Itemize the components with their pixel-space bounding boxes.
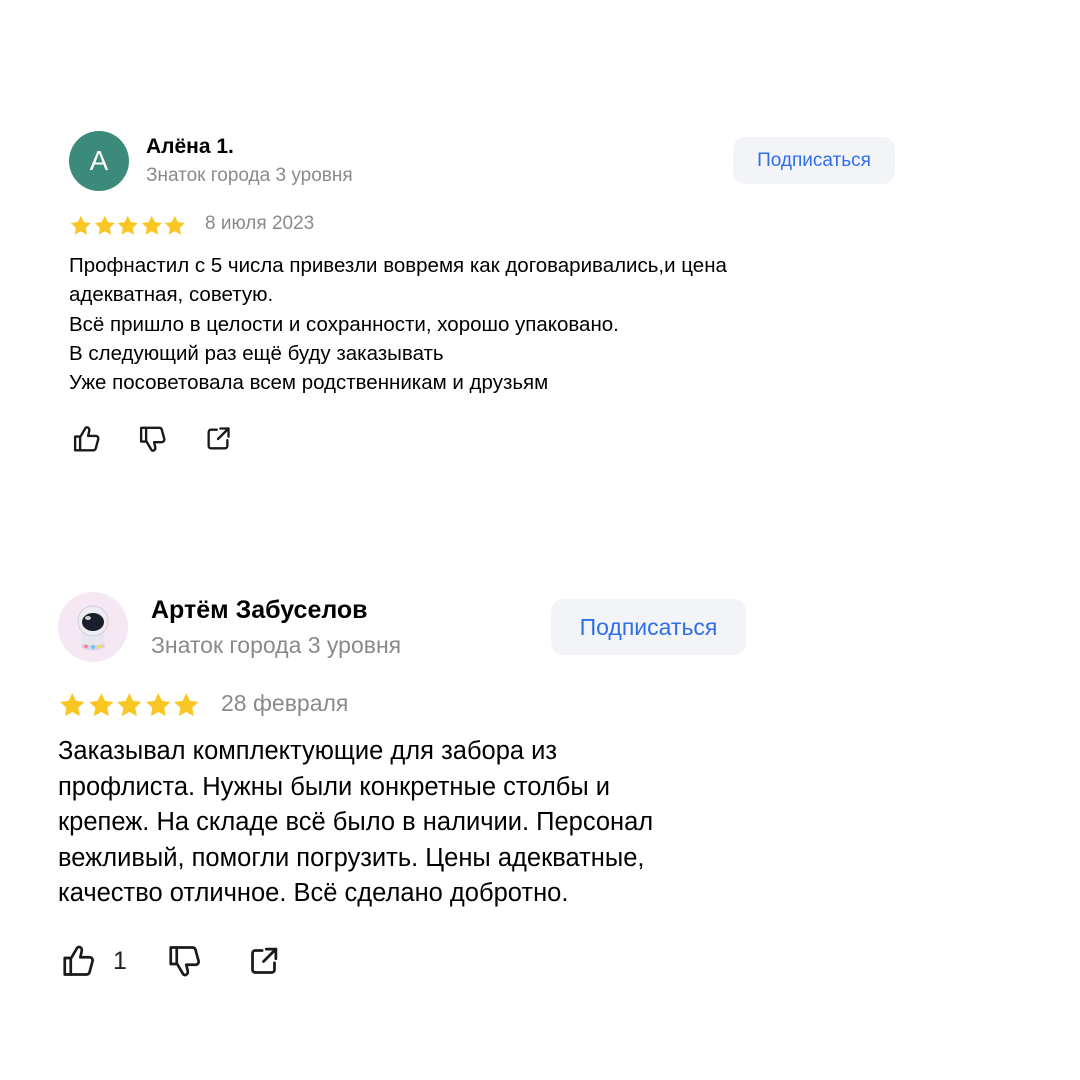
- review-date: 28 февраля: [221, 690, 349, 716]
- review-text-line: профлиста. Нужны были конкретные столбы …: [58, 772, 610, 801]
- thumbs-up-icon: [73, 426, 100, 452]
- thumbs-up-icon: [63, 945, 94, 976]
- star-icon: [70, 215, 91, 235]
- star-icon: [60, 693, 85, 717]
- review-date: 8 июля 2023: [205, 213, 315, 234]
- share-icon: [207, 427, 230, 450]
- share-button[interactable]: [204, 425, 232, 453]
- author-name[interactable]: Артём Забуселов: [151, 596, 368, 625]
- review-text-line: вежливый, помогли погрузить. Цены адеква…: [58, 843, 645, 872]
- review-text-line: крепеж. На складе всё было в наличии. Пе…: [58, 808, 654, 836]
- review-text-line: Заказывал комплектующие для забора из: [58, 737, 558, 765]
- review-text-line: Профнастил с 5 числа привезли вовремя ка…: [69, 254, 727, 277]
- star-icon: [117, 215, 139, 235]
- star-icon: [174, 693, 199, 717]
- review-text-line: Уже посоветовала всем родственникам и др…: [69, 371, 549, 395]
- share-button[interactable]: [247, 945, 280, 978]
- review-text-line: В следующий раз ещё буду заказывать: [69, 341, 444, 365]
- rating-stars: [58, 691, 201, 720]
- star-icon: [117, 693, 142, 717]
- review-text: Профнастил с 5 числа привезли вовремя ка…: [69, 251, 727, 397]
- like-count: 1: [113, 946, 127, 975]
- star-icon: [165, 215, 186, 235]
- subscribe-button[interactable]: Подписаться: [733, 137, 895, 184]
- star-icon: [145, 693, 171, 717]
- review-text: Заказывал комплектующие для забора из пр…: [58, 734, 653, 912]
- review-text-line: адекватная, советую.: [69, 283, 274, 307]
- author-level: Знаток города 3 уровня: [146, 165, 353, 186]
- author-name[interactable]: Алёна 1.: [146, 135, 234, 159]
- subscribe-button[interactable]: Подписаться: [551, 599, 746, 655]
- avatar-letter: А: [89, 145, 109, 176]
- review-actions: [72, 424, 268, 454]
- review-text-line: Всё пришло в целости и сохранности, хоро…: [69, 312, 619, 336]
- rating-stars: [69, 214, 187, 238]
- star-icon: [88, 693, 114, 717]
- dislike-button[interactable]: [138, 424, 168, 454]
- review-text-line: качество отличное. Всё сделано добротно.: [58, 879, 569, 907]
- review-actions: 1: [61, 943, 280, 979]
- astronaut-avatar-icon: [77, 605, 109, 651]
- star-icon: [94, 215, 115, 235]
- like-button[interactable]: [72, 424, 102, 454]
- avatar[interactable]: А: [69, 131, 129, 191]
- thumbs-down-icon: [139, 426, 166, 452]
- share-icon: [251, 947, 278, 974]
- thumbs-down-icon: [169, 946, 200, 977]
- author-level: Знаток города 3 уровня: [151, 632, 402, 658]
- dislike-button[interactable]: [167, 943, 203, 979]
- avatar[interactable]: [58, 592, 128, 662]
- like-button[interactable]: 1: [61, 943, 127, 979]
- star-icon: [141, 215, 162, 235]
